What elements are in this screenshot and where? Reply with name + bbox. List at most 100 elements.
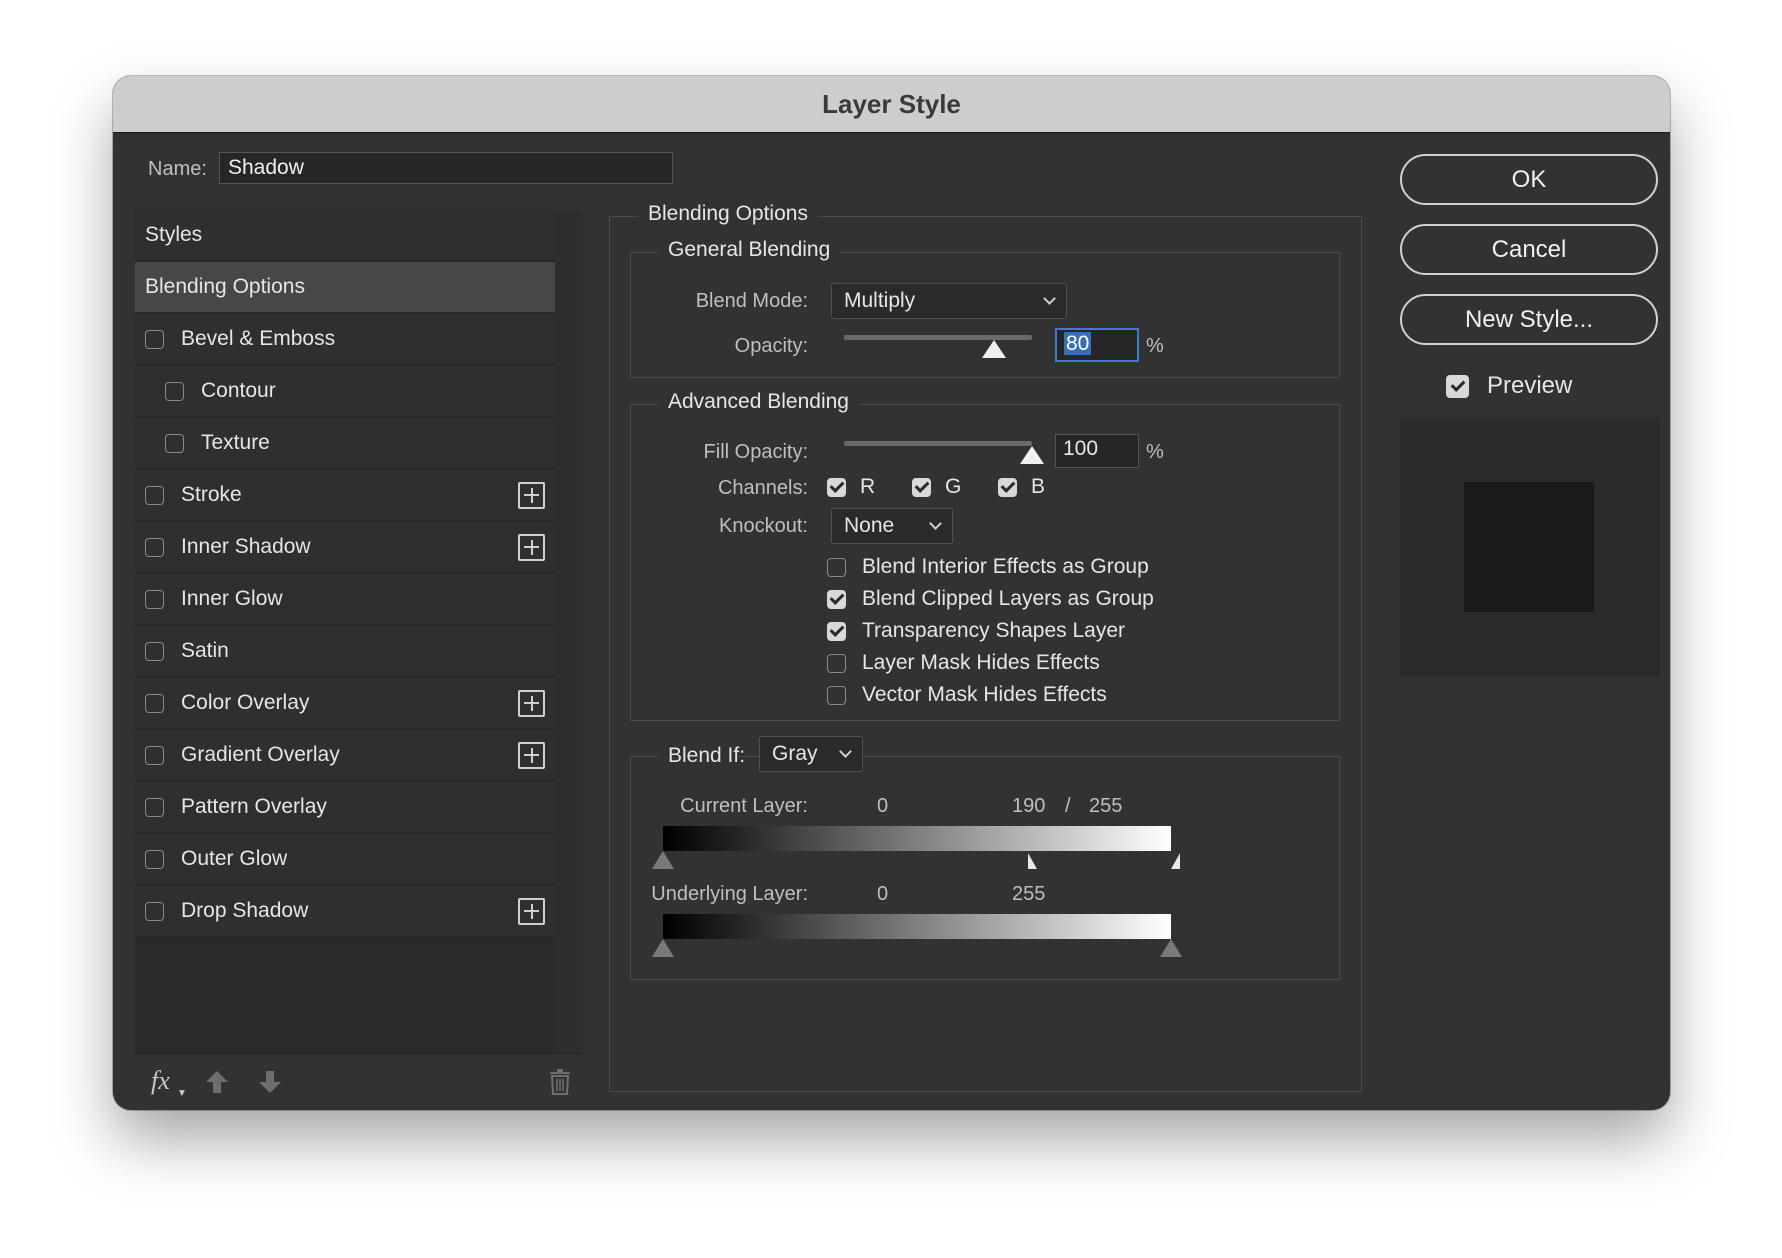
- chevron-down-icon: [839, 745, 852, 758]
- blend-mode-select[interactable]: Multiply: [831, 283, 1067, 319]
- advanced-option[interactable]: Blend Interior Effects as Group: [827, 555, 1149, 579]
- style-label: Pattern Overlay: [181, 795, 327, 818]
- ok-button[interactable]: OK: [1400, 154, 1658, 205]
- list-item-blending-options[interactable]: Blending Options: [135, 262, 555, 313]
- advanced-option-checkbox[interactable]: [827, 589, 846, 609]
- list-item[interactable]: Satin: [135, 626, 555, 677]
- preview-swatch: [1464, 482, 1594, 612]
- channel-g[interactable]: G: [912, 475, 961, 499]
- fill-opacity-input[interactable]: 100: [1055, 434, 1139, 468]
- fill-opacity-slider-thumb[interactable]: [1020, 446, 1044, 464]
- list-item[interactable]: Stroke: [135, 470, 555, 521]
- advanced-option-label: Layer Mask Hides Effects: [862, 651, 1100, 674]
- add-effect-icon[interactable]: [518, 741, 545, 769]
- opacity-input[interactable]: 80: [1055, 328, 1139, 362]
- style-checkbox[interactable]: [145, 589, 164, 609]
- advanced-option-checkbox[interactable]: [827, 653, 846, 673]
- blend-if-select[interactable]: Gray: [759, 736, 863, 772]
- knockout-select[interactable]: None: [831, 508, 953, 544]
- list-item[interactable]: Inner Glow: [135, 574, 555, 625]
- current-layer-high: 255: [1089, 795, 1123, 817]
- list-item[interactable]: Texture: [135, 418, 555, 469]
- blend-if-value: Gray: [772, 742, 818, 765]
- advanced-option[interactable]: Layer Mask Hides Effects: [827, 651, 1100, 675]
- advanced-option-checkbox[interactable]: [827, 621, 846, 641]
- style-label: Gradient Overlay: [181, 743, 340, 766]
- knockout-label: Knockout:: [719, 515, 808, 537]
- list-item[interactable]: Color Overlay: [135, 678, 555, 729]
- cancel-button[interactable]: Cancel: [1400, 224, 1658, 275]
- arrow-down-icon[interactable]: [257, 1069, 283, 1095]
- advanced-option[interactable]: Transparency Shapes Layer: [827, 619, 1125, 643]
- advanced-option[interactable]: Blend Clipped Layers as Group: [827, 587, 1154, 611]
- current-layer-low: 0: [877, 795, 889, 817]
- opacity-value: 80: [1064, 332, 1092, 355]
- list-item[interactable]: Pattern Overlay: [135, 782, 555, 833]
- style-checkbox[interactable]: [145, 329, 164, 349]
- trash-icon[interactable]: [548, 1068, 572, 1096]
- add-effect-icon[interactable]: [518, 897, 545, 925]
- fill-opacity-slider-track[interactable]: [844, 441, 1032, 446]
- style-label: Color Overlay: [181, 691, 310, 714]
- underlying-layer-high-slider[interactable]: [1160, 939, 1182, 957]
- blending-options-title: Blending Options: [638, 202, 818, 226]
- advanced-option[interactable]: Vector Mask Hides Effects: [827, 683, 1107, 707]
- styles-header[interactable]: Styles: [135, 210, 555, 261]
- style-checkbox[interactable]: [165, 381, 184, 401]
- chevron-down-icon: [1043, 292, 1056, 305]
- fx-icon[interactable]: fx: [151, 1066, 170, 1096]
- styles-list-footer: fx ▼: [135, 1053, 583, 1110]
- style-checkbox[interactable]: [145, 849, 164, 869]
- current-layer-high-left-slider[interactable]: [1028, 853, 1037, 869]
- advanced-option-checkbox[interactable]: [827, 685, 846, 705]
- blend-if-section: [630, 756, 1340, 980]
- list-item[interactable]: Bevel & Emboss: [135, 314, 555, 365]
- style-checkbox[interactable]: [145, 901, 164, 921]
- advanced-option-checkbox[interactable]: [827, 557, 846, 577]
- list-item[interactable]: Contour: [135, 366, 555, 417]
- channel-r[interactable]: R: [827, 475, 875, 499]
- style-checkbox[interactable]: [145, 485, 164, 505]
- preview-checkbox-row[interactable]: Preview: [1446, 372, 1572, 400]
- current-layer-high-right-slider[interactable]: [1171, 853, 1180, 869]
- list-item[interactable]: Drop Shadow: [135, 886, 555, 937]
- style-label: Outer Glow: [181, 847, 288, 870]
- style-label: Texture: [201, 431, 270, 454]
- channel-label: G: [945, 475, 962, 498]
- style-label: Stroke: [181, 483, 242, 506]
- channel-checkbox[interactable]: [912, 477, 931, 497]
- style-checkbox[interactable]: [145, 745, 164, 765]
- preview-checkbox[interactable]: [1446, 374, 1469, 398]
- styles-list-scrollbar[interactable]: [555, 210, 583, 1053]
- style-checkbox[interactable]: [145, 797, 164, 817]
- blend-mode-value: Multiply: [844, 289, 916, 312]
- advanced-blending-title: Advanced Blending: [658, 390, 859, 414]
- opacity-percent: %: [1146, 335, 1164, 357]
- current-layer-low-slider[interactable]: [652, 851, 674, 869]
- arrow-up-icon[interactable]: [204, 1069, 230, 1095]
- fill-opacity-percent: %: [1146, 441, 1164, 463]
- advanced-option-label: Blend Clipped Layers as Group: [862, 587, 1154, 610]
- add-effect-icon[interactable]: [518, 481, 545, 509]
- title-bar[interactable]: Layer Style: [113, 76, 1670, 133]
- style-checkbox[interactable]: [145, 641, 164, 661]
- advanced-option-label: Transparency Shapes Layer: [862, 619, 1126, 642]
- new-style-button[interactable]: New Style...: [1400, 294, 1658, 345]
- list-item[interactable]: Outer Glow: [135, 834, 555, 885]
- channel-b[interactable]: B: [998, 475, 1045, 499]
- underlying-layer-low-slider[interactable]: [652, 939, 674, 957]
- add-effect-icon[interactable]: [518, 689, 545, 717]
- styles-header-label: Styles: [145, 223, 203, 246]
- opacity-slider-thumb[interactable]: [982, 340, 1007, 358]
- name-input[interactable]: Shadow: [219, 152, 673, 184]
- style-checkbox[interactable]: [165, 433, 184, 453]
- list-item[interactable]: Inner Shadow: [135, 522, 555, 573]
- style-checkbox[interactable]: [145, 693, 164, 713]
- channel-checkbox[interactable]: [827, 477, 846, 497]
- add-effect-icon[interactable]: [518, 533, 545, 561]
- style-checkbox[interactable]: [145, 537, 164, 557]
- style-label: Contour: [201, 379, 276, 402]
- channel-checkbox[interactable]: [998, 477, 1017, 497]
- list-item[interactable]: Gradient Overlay: [135, 730, 555, 781]
- styles-list: Styles Blending Options Bevel & Emboss Co…: [135, 210, 555, 1053]
